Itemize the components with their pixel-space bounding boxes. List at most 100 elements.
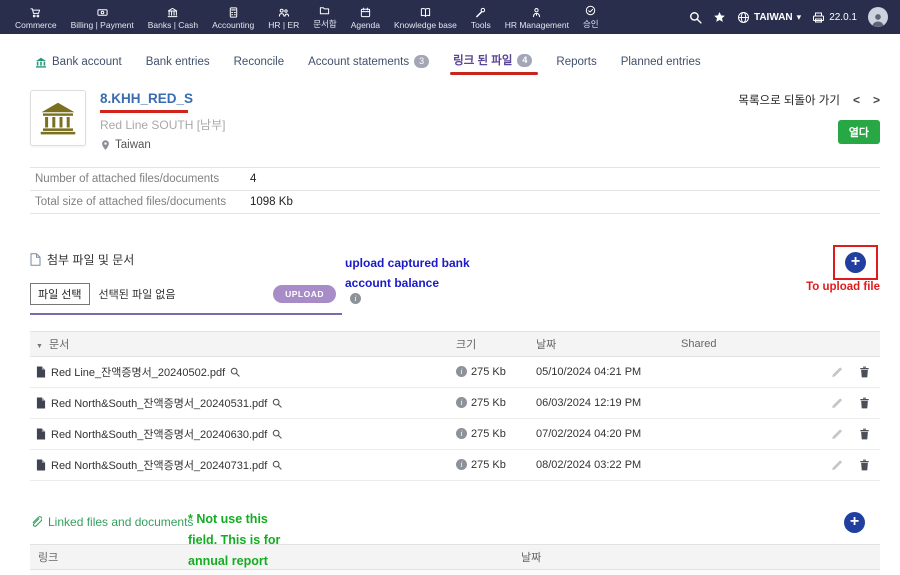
info-icon: i [456,459,467,470]
shared-cell [675,449,813,480]
bank-icon [167,7,178,18]
red-underline-annotation [100,110,188,113]
nav-item-banks-cash[interactable]: Banks | Cash [141,7,205,30]
account-tabs: Bank account Bank entries Reconcile Acco… [0,34,900,77]
preview-magnifier-icon[interactable] [230,367,240,377]
account-title-link[interactable]: 8.KHH_RED_S [100,91,193,106]
file-select-button[interactable]: 파일 선택 [30,283,90,305]
nav-label: Accounting [212,20,254,30]
nav-label: Tools [471,20,491,30]
file-name-link[interactable]: Red North&South_잔액증명서_20240731.pdf [51,457,267,473]
linked-files-title: Linked files and documents [30,515,880,529]
file-name-link[interactable]: Red North&South_잔액증명서_20240531.pdf [51,395,267,411]
language-label: TAIWAN [754,12,793,23]
sort-caret-icon: ▼ [36,343,43,350]
summary-row: Total size of attached files/documents 1… [30,191,880,214]
add-file-button[interactable]: + [845,252,866,273]
edit-pencil-icon[interactable] [831,397,843,409]
delete-trash-icon[interactable] [859,459,870,471]
column-header-document[interactable]: ▼ 문서 [30,331,450,356]
summary-value: 1098 Kb [250,196,293,208]
nav-item-tools[interactable]: Tools [464,7,498,30]
tab-label: Reports [556,56,596,68]
empty-row: No registered links [30,569,880,575]
preview-magnifier-icon[interactable] [272,398,282,408]
tab-count-badge: 3 [414,55,429,68]
book-icon [420,7,431,18]
banknote-icon [97,7,108,18]
summary-label: Total size of attached files/documents [35,196,250,208]
linked-files-section: Linked files and documents * Not use thi… [30,515,880,575]
version-info[interactable]: 22.0.1 [812,11,857,24]
tab-reconcile[interactable]: Reconcile [234,56,285,77]
no-file-selected-label: 선택된 파일 없음 [99,286,265,302]
check-circle-icon [585,5,596,16]
bank-icon [35,57,47,68]
tab-bank-account[interactable]: Bank account [35,56,122,77]
file-date: 05/10/2024 04:21 PM [536,366,641,378]
edit-pencil-icon[interactable] [831,459,843,471]
pagination-row: 목록으로 되돌아 가기 < > [738,92,880,108]
edit-pencil-icon[interactable] [831,366,843,378]
add-link-wrapper: + [844,512,865,533]
nav-item-agenda[interactable]: Agenda [344,7,387,30]
nav-item-approval[interactable]: 승인 [576,5,606,30]
bookmark-star-icon[interactable] [713,11,726,24]
note-line: account balance [345,273,470,293]
preview-magnifier-icon[interactable] [272,460,282,470]
info-icon: i [350,293,361,304]
shared-cell [675,387,813,418]
user-avatar[interactable] [868,7,888,27]
nav-label: HR | ER [268,20,299,30]
tab-planned-entries[interactable]: Planned entries [621,56,701,77]
tab-reports[interactable]: Reports [556,56,596,77]
no-links-message: No registered links [30,569,880,575]
person-icon [531,7,542,18]
preview-magnifier-icon[interactable] [272,429,282,439]
language-selector[interactable]: TAIWAN ▾ [737,11,801,24]
nav-item-commerce[interactable]: Commerce [8,7,64,30]
nav-label: 문서함 [313,18,336,30]
add-link-button[interactable]: + [844,512,865,533]
nav-item-hr-management[interactable]: HR Management [498,7,576,30]
nav-label: HR Management [505,20,569,30]
chevron-left-icon[interactable]: < [853,93,860,107]
nav-item-hr-er[interactable]: HR | ER [261,7,306,30]
edit-pencil-icon[interactable] [831,428,843,440]
globe-icon [737,11,750,24]
nav-item-documents[interactable]: 문서함 [306,5,343,30]
handwritten-note-green: * Not use this field. This is for annual… [188,509,280,572]
search-icon[interactable] [689,11,702,24]
tab-bank-entries[interactable]: Bank entries [146,56,210,77]
chevron-right-icon[interactable]: > [873,93,880,107]
attached-files-section: 첨부 파일 및 문서 upload captured bank account … [30,251,880,315]
delete-trash-icon[interactable] [859,397,870,409]
upload-button[interactable]: UPLOAD [273,285,336,303]
tab-account-statements[interactable]: Account statements 3 [308,55,429,77]
tab-linked-files[interactable]: 링크 된 파일 4 [453,52,532,77]
file-name-link[interactable]: Red North&South_잔액증명서_20240630.pdf [51,426,267,442]
nav-item-knowledge-base[interactable]: Knowledge base [387,7,464,30]
account-subtitle: Red Line SOUTH [남부] [100,116,738,133]
delete-trash-icon[interactable] [859,428,870,440]
file-date: 06/03/2024 12:19 PM [536,397,641,409]
printer-icon [812,11,825,24]
location-pin-icon [100,139,111,151]
nav-label: Agenda [351,20,380,30]
nav-item-billing-payment[interactable]: Billing | Payment [64,7,141,30]
summary-label: Number of attached files/documents [35,173,250,185]
banner-actions: 목록으로 되돌아 가기 < > 열다 [738,90,880,151]
delete-trash-icon[interactable] [859,366,870,378]
open-button[interactable]: 열다 [838,120,880,144]
pdf-file-icon [36,428,46,440]
links-table-header: 링크 날짜 [30,544,880,569]
nav-label: Commerce [15,20,57,30]
paperclip-icon [30,515,42,528]
bank-building-icon [40,102,76,135]
nav-item-accounting[interactable]: Accounting [205,7,261,30]
section-title-label: Linked files and documents [48,515,193,529]
back-to-list-link[interactable]: 목록으로 되돌아 가기 [738,92,840,108]
file-name-link[interactable]: Red Line_잔액증명서_20240502.pdf [51,364,225,380]
calendar-icon [360,7,371,18]
table-row: Red North&South_잔액증명서_20240731.pdf i 275… [30,449,880,480]
